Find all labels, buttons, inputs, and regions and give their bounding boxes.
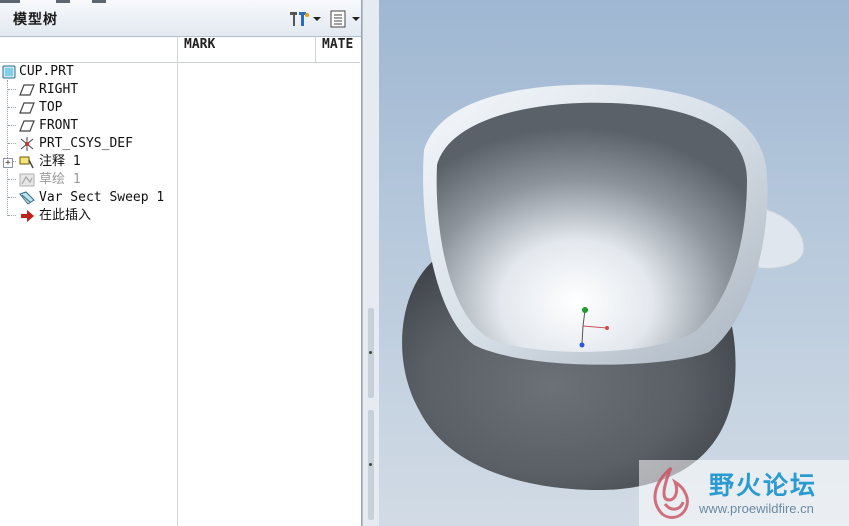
- top-tab-strip: [0, 0, 120, 3]
- tree-item-label: 在此插入: [39, 208, 92, 223]
- tree-item-label: FRONT: [39, 118, 79, 133]
- coordinate-system-icon: [20, 137, 34, 151]
- tree-item-cup-prt[interactable]: CUP.PRT: [0, 63, 178, 81]
- cup-3d-model: [402, 84, 805, 490]
- panel-header: 模型树: [0, 0, 361, 37]
- column-header-mark[interactable]: MARK: [184, 37, 215, 62]
- graphics-viewport[interactable]: [379, 0, 849, 526]
- tree-item-insert-here[interactable]: 在此插入: [0, 207, 178, 225]
- panel-title: 模型树: [13, 12, 58, 28]
- sweep-feature-icon: [19, 191, 35, 205]
- tree-item-label: CUP.PRT: [19, 64, 74, 79]
- tree-item-right[interactable]: RIGHT: [0, 81, 178, 99]
- tree-item-var-sect-sweep-1[interactable]: Var Sect Sweep 1: [0, 189, 178, 207]
- tree-item-sketch-1[interactable]: 草绘 1: [0, 171, 178, 189]
- coordinate-system-triad-icon: [579, 307, 609, 348]
- tree-item-label: TOP: [39, 100, 63, 115]
- column-header-mate[interactable]: MATE: [322, 37, 353, 62]
- tree-item-label: RIGHT: [39, 82, 79, 97]
- tree-item-label: Var Sect Sweep 1: [39, 190, 165, 205]
- settings-tools-icon: [290, 12, 310, 26]
- model-tree-panel: 模型树 MARK MATE CUP.PRT RIGHT TOP FRONT PR…: [0, 0, 362, 526]
- chevron-down-icon: [352, 17, 360, 21]
- column-header-row: MARK MATE: [0, 37, 360, 63]
- tree-item-annotation-1[interactable]: + 注释 1: [0, 153, 178, 171]
- flame-logo-icon: [653, 466, 689, 519]
- show-list-icon: [330, 10, 346, 28]
- watermark-url: www.proewildfire.cn: [699, 501, 814, 516]
- settings-tools-button[interactable]: [289, 9, 321, 29]
- splitter-dot: [369, 351, 372, 354]
- tree-item-label: 草绘 1: [39, 172, 81, 187]
- expand-toggle[interactable]: +: [3, 158, 13, 168]
- show-list-button[interactable]: [329, 9, 360, 29]
- panel-splitter[interactable]: [362, 0, 380, 526]
- tree-item-label: 注释 1: [39, 154, 81, 169]
- insert-here-arrow-icon: [21, 210, 34, 222]
- tree-item-top[interactable]: TOP: [0, 99, 178, 117]
- model-tree: CUP.PRT RIGHT TOP FRONT PRT_CSYS_DEF + 注…: [0, 62, 178, 526]
- datum-plane-icon: [19, 84, 35, 96]
- chevron-down-icon: [313, 17, 321, 21]
- tree-item-front[interactable]: FRONT: [0, 117, 178, 135]
- watermark-title: 野火论坛: [709, 471, 818, 500]
- splitter-dot: [369, 463, 372, 466]
- part-icon: [2, 65, 16, 79]
- datum-plane-icon: [19, 120, 35, 132]
- annotation-icon: [19, 156, 34, 169]
- datum-plane-icon: [19, 102, 35, 114]
- column-divider[interactable]: [315, 37, 316, 62]
- tree-item-prt-csys-def[interactable]: PRT_CSYS_DEF: [0, 135, 178, 153]
- tree-item-label: PRT_CSYS_DEF: [39, 136, 133, 151]
- watermark: 野火论坛 www.proewildfire.cn: [639, 460, 849, 526]
- sketch-icon: [19, 173, 35, 187]
